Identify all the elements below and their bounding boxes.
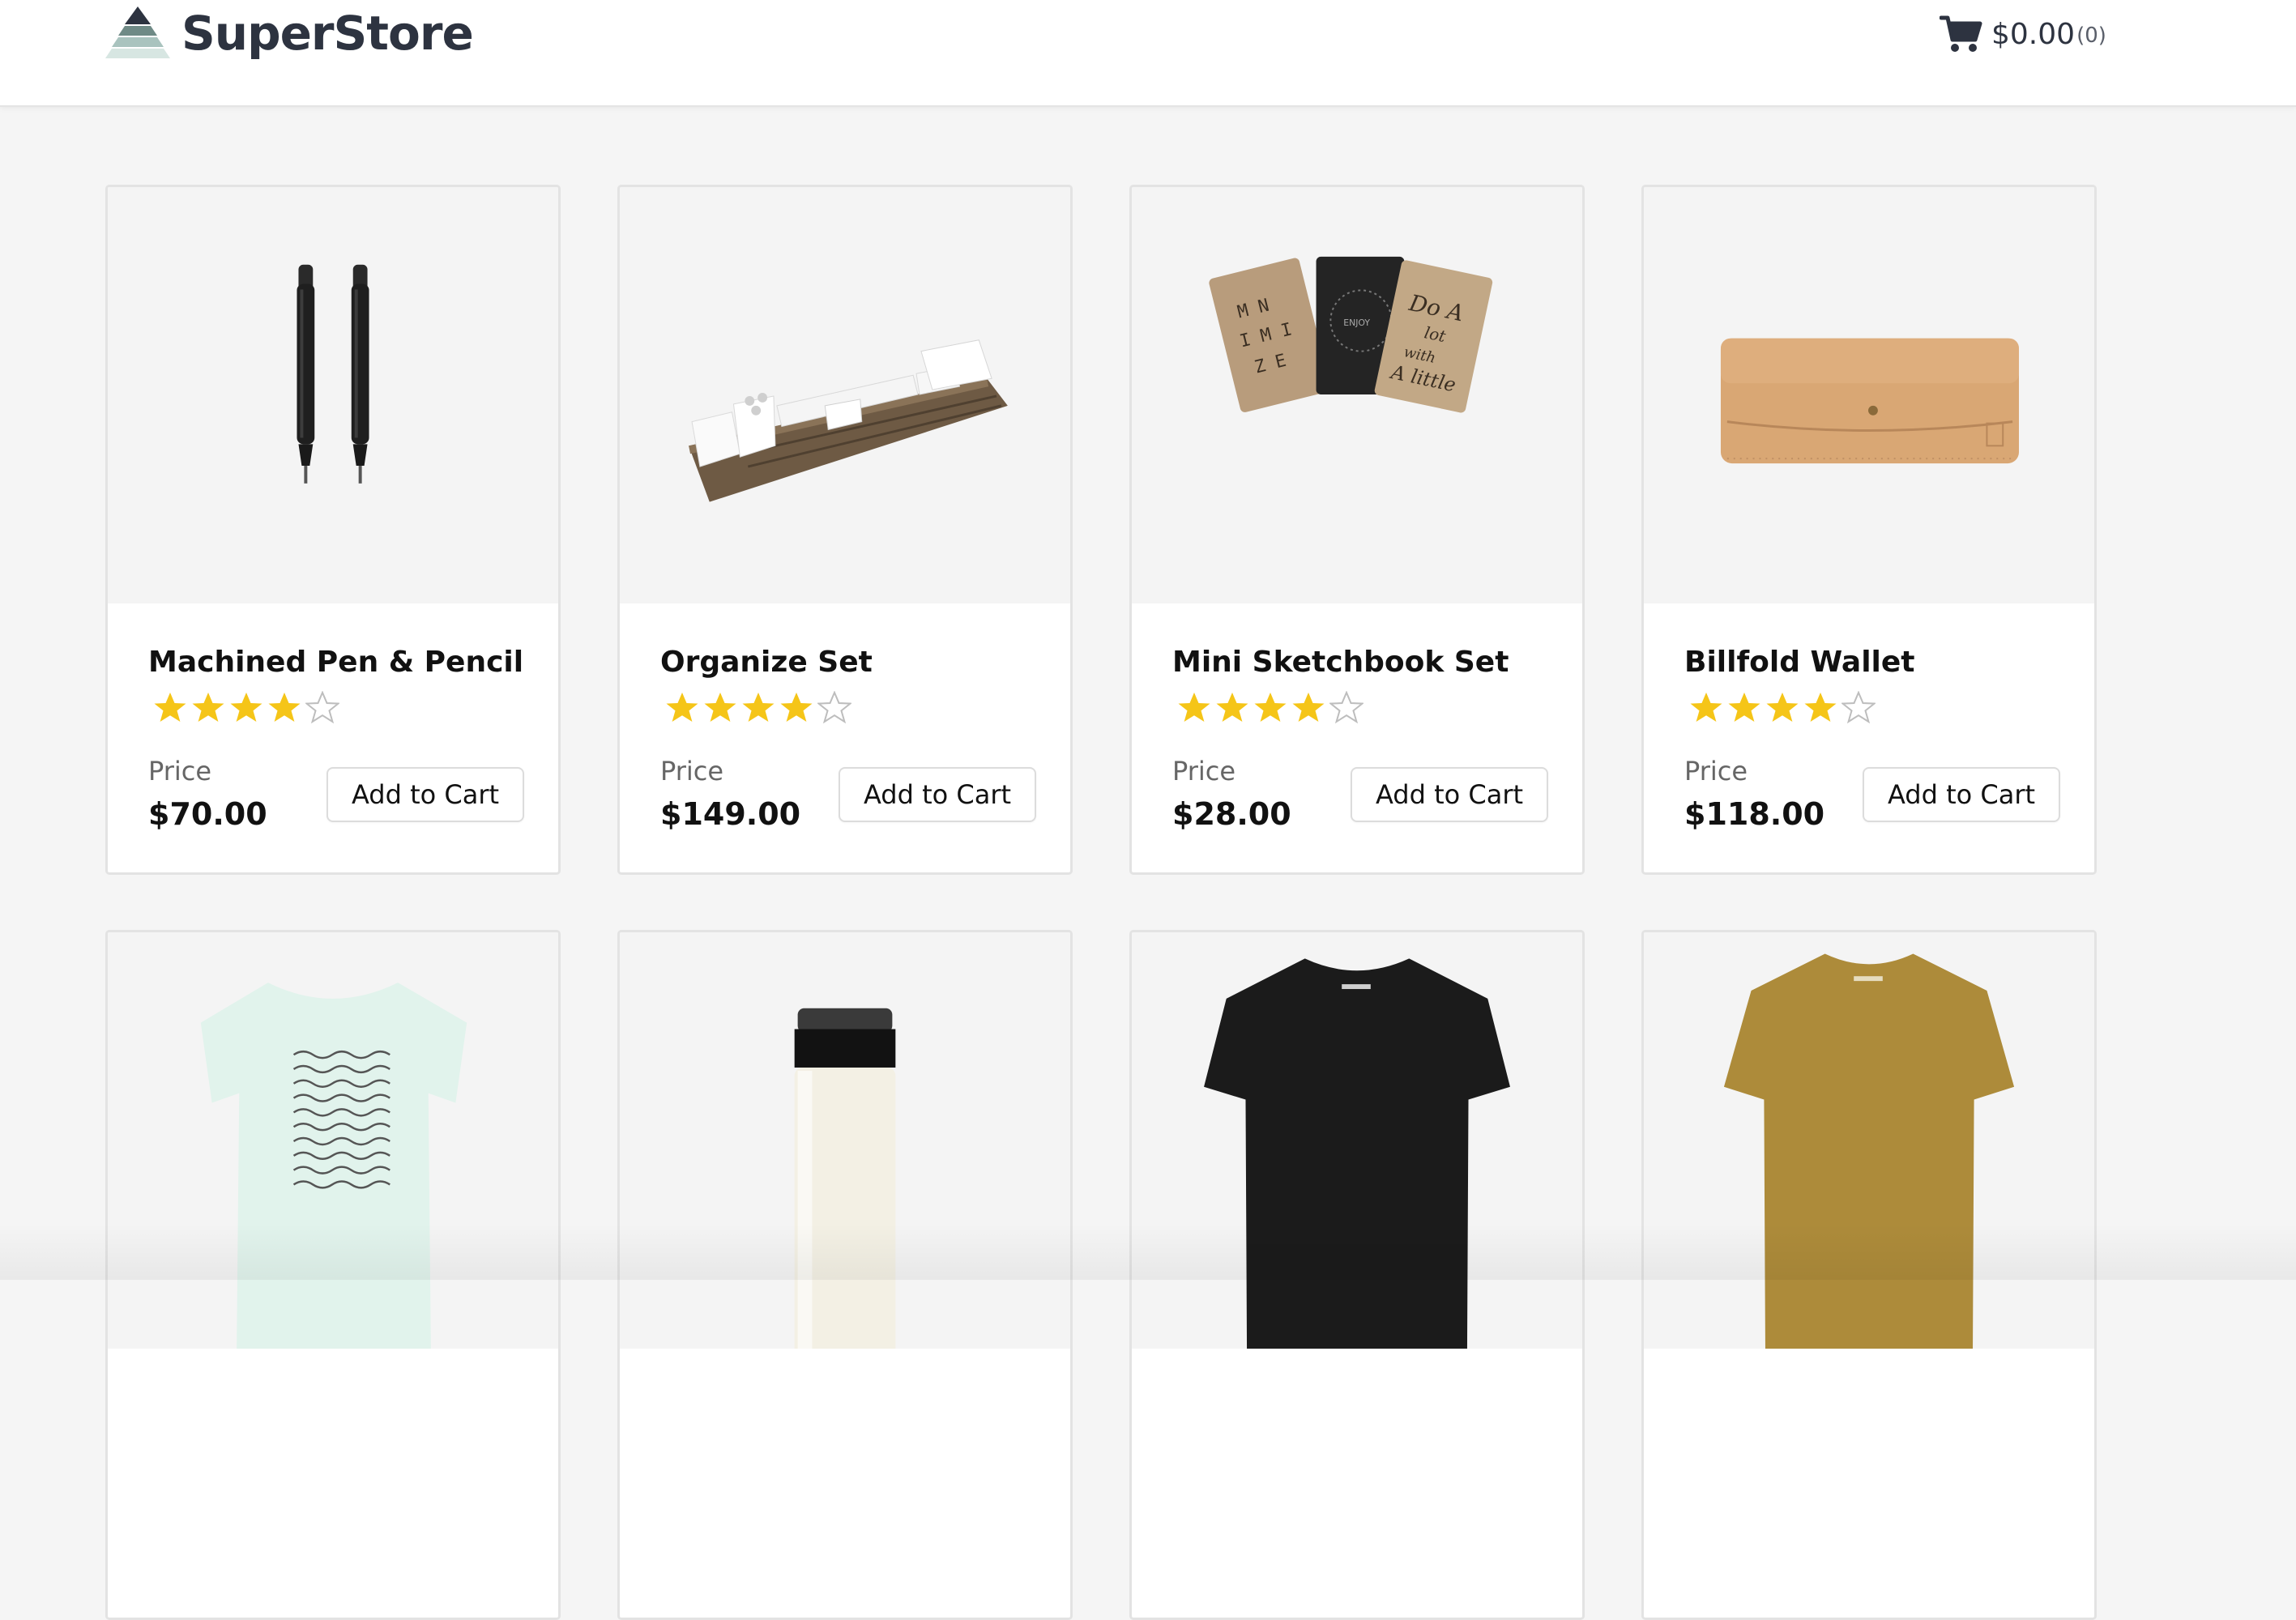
product-title[interactable]: Machined Pen & Pencil: [148, 646, 523, 679]
product-card[interactable]: M N I M I Z E ENJOY Do A lot with A litt…: [1129, 185, 1585, 875]
star-empty-icon: [1329, 691, 1364, 724]
star-filled-icon: [154, 693, 186, 722]
wave-print-tshirt-image-icon: [200, 983, 467, 1349]
star-filled-icon: [1728, 693, 1760, 722]
product-image[interactable]: [1644, 932, 2094, 1349]
cart-button[interactable]: $0.00 (0): [1940, 11, 2106, 57]
star-filled-icon: [192, 693, 224, 722]
price-label: Price: [1172, 756, 1236, 787]
top-navbar: SuperStore $0.00 (0): [0, 0, 2296, 107]
price-label: Price: [660, 756, 724, 787]
product-card[interactable]: [105, 930, 561, 1620]
rating-stars: [1689, 691, 1876, 725]
triangle-stack-logo-icon: [105, 6, 170, 58]
add-to-cart-button[interactable]: Add to Cart: [1351, 767, 1548, 822]
product-image[interactable]: [108, 932, 558, 1349]
star-filled-icon: [1216, 693, 1248, 722]
price-value: $118.00: [1684, 796, 1825, 832]
product-image[interactable]: [1644, 187, 2094, 603]
product-title[interactable]: Organize Set: [660, 646, 873, 679]
product-image[interactable]: M N I M I Z E ENJOY Do A lot with A litt…: [1132, 187, 1582, 603]
rating-stars: [665, 691, 851, 725]
product-card[interactable]: Machined Pen & Pencil Price $70.00 Add t…: [105, 185, 561, 875]
star-filled-icon: [230, 693, 262, 722]
add-to-cart-button[interactable]: Add to Cart: [839, 767, 1036, 822]
star-filled-icon: [268, 693, 301, 722]
product-image[interactable]: [108, 187, 558, 603]
price-value: $70.00: [148, 796, 267, 832]
svg-text:ENJOY: ENJOY: [1343, 318, 1370, 328]
olive-tshirt-image-icon: [1723, 953, 2015, 1349]
organizer-tray-image-icon: [689, 339, 1008, 502]
price-value: $149.00: [660, 796, 801, 832]
star-filled-icon: [742, 693, 775, 722]
star-filled-icon: [704, 693, 736, 722]
product-image[interactable]: [1132, 932, 1582, 1349]
product-image[interactable]: [620, 187, 1070, 603]
pen-pencil-image-icon: [297, 264, 369, 484]
brand-logo[interactable]: SuperStore: [104, 5, 474, 62]
cart-total: $0.00: [1991, 17, 2076, 51]
star-filled-icon: [1292, 693, 1325, 722]
add-to-cart-button[interactable]: Add to Cart: [1863, 767, 2060, 822]
star-filled-icon: [1254, 693, 1287, 722]
star-empty-icon: [1841, 691, 1876, 724]
star-empty-icon: [305, 691, 339, 724]
add-to-cart-button[interactable]: Add to Cart: [326, 767, 524, 822]
sketchbooks-image-icon: M N I M I Z E ENJOY Do A lot with A litt…: [1209, 256, 1493, 413]
star-filled-icon: [666, 693, 698, 722]
product-title[interactable]: Mini Sketchbook Set: [1172, 646, 1509, 679]
star-filled-icon: [780, 693, 813, 722]
product-card[interactable]: [1129, 930, 1585, 1620]
product-card[interactable]: [1641, 930, 2097, 1620]
travel-tumbler-image-icon: [794, 1008, 896, 1349]
rating-stars: [1177, 691, 1364, 725]
star-filled-icon: [1804, 693, 1837, 722]
star-filled-icon: [1766, 693, 1799, 722]
rating-stars: [153, 691, 339, 725]
product-image[interactable]: [620, 932, 1070, 1349]
product-card[interactable]: [617, 930, 1073, 1620]
product-title[interactable]: Billfold Wallet: [1684, 646, 1915, 679]
star-empty-icon: [817, 691, 851, 724]
brand-name: SuperStore: [181, 6, 474, 61]
price-label: Price: [148, 756, 212, 787]
product-card[interactable]: Billfold Wallet Price $118.00 Add to Car…: [1641, 185, 2097, 875]
shopping-cart-icon: [1940, 15, 1982, 52]
black-tshirt-image-icon: [1204, 958, 1510, 1349]
star-filled-icon: [1690, 693, 1722, 722]
product-card[interactable]: Organize Set Price $149.00 Add to Cart: [617, 185, 1073, 875]
price-label: Price: [1684, 756, 1748, 787]
leather-wallet-image-icon: [1720, 338, 2020, 464]
cart-count: (0): [2076, 23, 2106, 48]
star-filled-icon: [1178, 693, 1210, 722]
price-value: $28.00: [1172, 796, 1291, 832]
